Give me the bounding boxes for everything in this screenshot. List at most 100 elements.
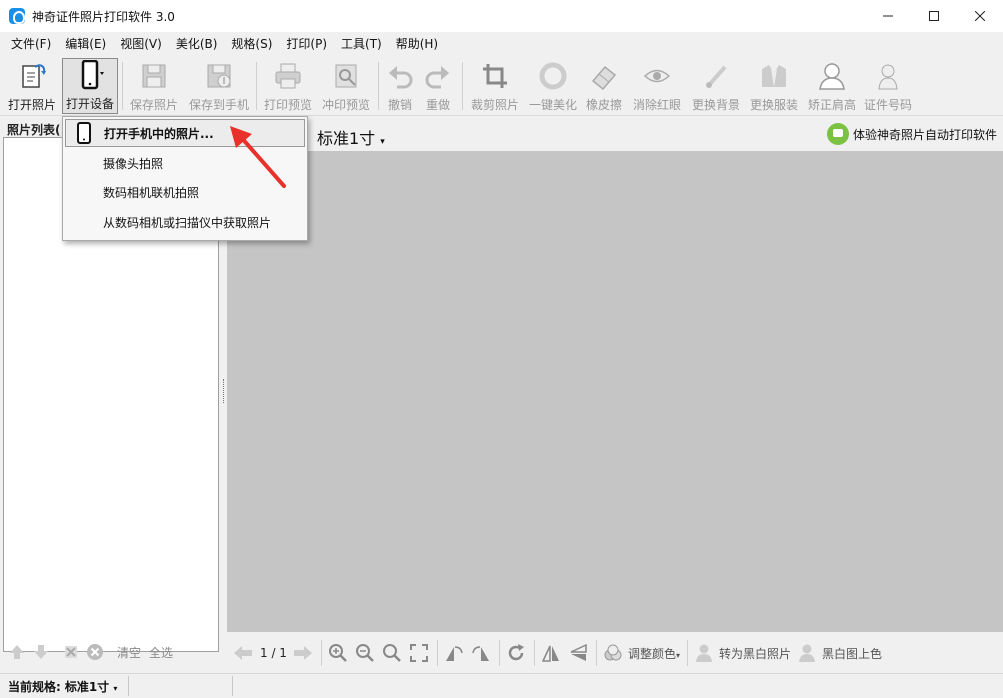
develop-preview-icon	[330, 60, 362, 92]
menu-beautify[interactable]: 美化(B)	[169, 32, 225, 56]
maximize-icon	[929, 11, 939, 21]
save-photo-label: 保存照片	[129, 98, 178, 112]
delete-icon[interactable]	[85, 642, 105, 662]
title-bar: 神奇证件照片打印软件 3.0	[0, 0, 1003, 32]
menu-print[interactable]: 打印(P)	[279, 32, 334, 56]
toolbar-separator	[378, 62, 379, 110]
chevron-down-icon: ▾	[113, 683, 118, 693]
menu-tools[interactable]: 工具(T)	[334, 32, 389, 56]
id-number-button[interactable]: 证件号码	[862, 60, 914, 114]
zoom-actual-icon[interactable]	[381, 642, 403, 664]
id-person-icon	[872, 60, 904, 92]
person-bust-icon	[816, 60, 848, 92]
save-to-phone-button[interactable]: 保存到手机	[186, 60, 252, 114]
minimize-button[interactable]	[865, 0, 911, 32]
crop-label: 裁剪照片	[470, 98, 519, 112]
photo-list-toolbar: 清空 全选	[3, 637, 219, 667]
toolbar-separator	[498, 640, 500, 666]
next-page-icon[interactable]	[292, 642, 314, 664]
menu-item-label: 打开手机中的照片...	[104, 126, 214, 141]
remove-photo-icon[interactable]	[61, 642, 81, 662]
develop-preview-button[interactable]: 冲印预览	[318, 60, 374, 114]
flip-horizontal-icon[interactable]	[540, 642, 562, 664]
menu-spec[interactable]: 规格(S)	[224, 32, 279, 56]
crop-button[interactable]: 裁剪照片	[467, 60, 523, 114]
menu-bar: 文件(F) 编辑(E) 视图(V) 美化(B) 规格(S) 打印(P) 工具(T…	[0, 32, 1003, 56]
beautify-label: 一键美化	[528, 98, 577, 112]
maximize-button[interactable]	[911, 0, 957, 32]
main-toolbar: 打开照片 打开设备 保存照片 保存到手机 打印预览 冲印预览 撤销 重做 裁剪照…	[0, 56, 1003, 116]
status-bar: 当前规格: 标准1寸 ▾	[0, 673, 1003, 698]
adjust-color-label: 调整颜色	[627, 646, 676, 661]
spec-selector[interactable]: 标准1寸 ▾	[317, 125, 385, 149]
status-separator	[128, 676, 129, 696]
canvas-toolbar: 1 / 1 调整颜色▾ 转为黑白照片 黑白图上色	[227, 634, 1003, 672]
undo-label: 撤销	[387, 98, 412, 112]
open-photo-label: 打开照片	[7, 98, 56, 112]
move-up-icon[interactable]	[7, 642, 27, 662]
menu-item-label: 摄像头拍照	[103, 156, 164, 171]
crop-icon	[479, 60, 511, 92]
fix-shoulder-button[interactable]: 矫正肩高	[804, 60, 860, 114]
photo-canvas[interactable]	[227, 151, 1003, 632]
close-button[interactable]	[957, 0, 1003, 32]
change-clothes-button[interactable]: 更换服装	[746, 60, 802, 114]
open-device-button[interactable]: 打开设备	[62, 58, 118, 114]
promo-icon	[826, 123, 849, 145]
print-preview-button[interactable]: 打印预览	[261, 60, 315, 114]
status-separator	[232, 676, 233, 696]
suit-icon	[758, 60, 790, 92]
undo-button[interactable]: 撤销	[383, 60, 417, 114]
menu-file[interactable]: 文件(F)	[4, 32, 58, 56]
chevron-down-icon: ▾	[380, 137, 385, 147]
toolbar-separator	[533, 640, 535, 666]
zoom-in-icon[interactable]	[327, 642, 349, 664]
menu-item-icon-slot	[65, 179, 101, 205]
fit-screen-icon[interactable]	[408, 642, 430, 664]
toolbar-separator	[320, 640, 322, 666]
menu-item-icon-slot	[65, 209, 101, 235]
redo-button[interactable]: 重做	[421, 60, 455, 114]
brush-icon	[700, 60, 732, 92]
zoom-out-icon[interactable]	[354, 642, 376, 664]
to-bw-button[interactable]: 转为黑白照片	[719, 645, 791, 662]
promo-link[interactable]: 体验神奇照片自动打印软件	[826, 123, 997, 145]
status-spec-value: 标准1寸	[64, 679, 110, 694]
beautify-button[interactable]: 一键美化	[527, 60, 579, 114]
open-photo-button[interactable]: 打开照片	[4, 60, 60, 114]
eraser-button[interactable]: 橡皮擦	[583, 60, 625, 114]
beautify-icon	[537, 60, 569, 92]
phone-icon	[66, 120, 102, 146]
toolbar-separator	[686, 640, 688, 666]
change-background-button[interactable]: 更换背景	[688, 60, 744, 114]
minimize-icon	[883, 15, 893, 17]
status-spec-selector[interactable]: 标准1寸 ▾	[65, 678, 118, 695]
colorize-button[interactable]: 黑白图上色	[822, 645, 882, 662]
toolbar-separator	[462, 62, 463, 110]
person-color-icon	[796, 642, 818, 664]
refresh-icon[interactable]	[505, 642, 527, 664]
rotate-left-icon[interactable]	[443, 642, 465, 664]
menu-edit[interactable]: 编辑(E)	[58, 32, 113, 56]
eraser-label: 橡皮擦	[585, 98, 622, 112]
menu-import-from-scanner[interactable]: 从数码相机或扫描仪中获取照片	[65, 208, 305, 236]
previous-page-icon[interactable]	[232, 642, 254, 664]
adjust-color-button[interactable]: 调整颜色▾	[628, 645, 680, 662]
save-photo-button[interactable]: 保存照片	[126, 60, 182, 114]
print-preview-label: 打印预览	[263, 98, 312, 112]
eye-icon	[641, 60, 673, 92]
clear-button[interactable]: 清空	[117, 644, 141, 661]
save-to-phone-icon	[203, 60, 235, 92]
spec-selector-label: 标准1寸	[317, 129, 376, 148]
menu-view[interactable]: 视图(V)	[113, 32, 169, 56]
rotate-right-icon[interactable]	[470, 642, 492, 664]
flip-vertical-icon[interactable]	[567, 642, 589, 664]
move-down-icon[interactable]	[31, 642, 51, 662]
open-photo-icon	[16, 60, 48, 92]
red-eye-button[interactable]: 消除红眼	[629, 60, 685, 114]
menu-help[interactable]: 帮助(H)	[389, 32, 445, 56]
select-all-button[interactable]: 全选	[149, 644, 173, 661]
photo-list-title: 照片列表(	[7, 123, 61, 137]
window-title: 神奇证件照片打印软件 3.0	[32, 9, 175, 24]
menu-item-icon-slot	[65, 150, 101, 176]
